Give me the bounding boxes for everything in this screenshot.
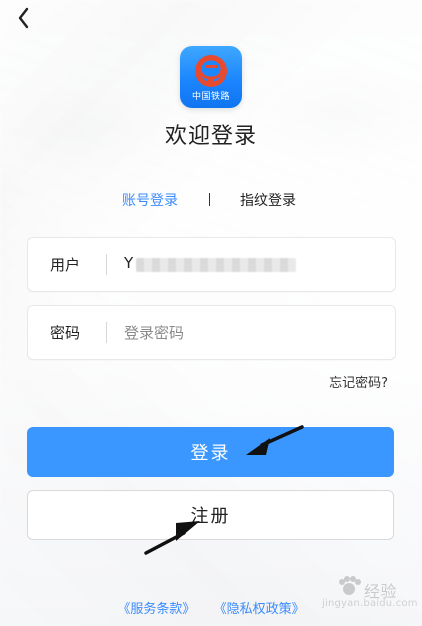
field-divider (106, 322, 107, 343)
app-logo: 中国铁路 (180, 46, 242, 108)
password-field: 密码 (27, 305, 396, 360)
back-button[interactable] (10, 4, 38, 32)
policy-links: 《服务条款》 《隐私权政策》 (0, 598, 422, 617)
login-tabs: 账号登录 指纹登录 (0, 190, 422, 210)
railway-logo-icon (195, 55, 227, 87)
username-field: 用户 Y (27, 237, 396, 292)
field-divider (106, 254, 107, 275)
privacy-link[interactable]: 《隐私权政策》 (214, 602, 305, 617)
logo-text: 中国铁路 (191, 92, 230, 102)
paw-watermark-icon (339, 576, 361, 595)
page-title: 欢迎登录 (164, 124, 257, 149)
tab-account-login[interactable]: 账号登录 (122, 190, 178, 210)
terms-link[interactable]: 《服务条款》 (117, 602, 195, 617)
password-label: 密码 (50, 324, 81, 342)
username-label: 用户 (50, 256, 81, 274)
register-button[interactable]: 注册 (27, 490, 394, 540)
forgot-password-link[interactable]: 忘记密码? (329, 372, 388, 391)
tab-separator (209, 193, 210, 206)
chevron-left-icon (18, 7, 29, 29)
masked-username (136, 258, 296, 272)
login-button[interactable]: 登录 (27, 427, 394, 477)
password-input[interactable] (124, 322, 374, 344)
login-screen: 中国铁路 欢迎登录 账号登录 指纹登录 用户 Y 密码 忘记密码? 登录 注册 … (0, 0, 422, 626)
tab-fingerprint-login[interactable]: 指纹登录 (240, 190, 296, 210)
